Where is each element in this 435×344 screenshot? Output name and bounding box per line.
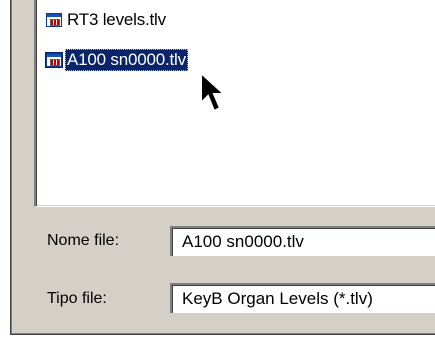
filetype-label: Tipo file: [47,290,107,307]
tlv-file-icon [46,53,62,67]
filetype-select[interactable]: KeyB Organ Levels (*.tlv) [170,283,435,313]
tlv-file-icon [46,13,62,27]
file-name: A100 sn0000.tlv [65,49,188,71]
file-name: RT3 levels.tlv [67,10,166,29]
file-item-a100-sn0000[interactable]: A100 sn0000.tlv [46,48,188,72]
mouse-cursor-icon [200,71,227,113]
file-item-rt3-levels[interactable]: RT3 levels.tlv [46,8,168,32]
file-list[interactable]: RT3 levels.tlv A100 sn0000.tlv [34,0,435,207]
filename-label: Nome file: [47,232,120,249]
filename-field[interactable]: A100 sn0000.tlv [170,226,435,256]
file-open-dialog: RT3 levels.tlv A100 sn0000.tlv Nome file… [10,0,435,335]
